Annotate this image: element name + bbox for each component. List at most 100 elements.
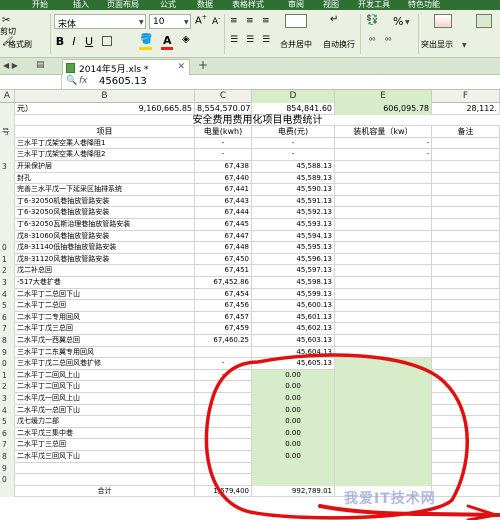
cell-fee[interactable]: 45,592.13 (252, 207, 335, 219)
cell-power[interactable] (195, 439, 252, 451)
cell-project[interactable]: 二水平戊一总回下山 (15, 404, 195, 417)
menu-tab-view[interactable]: 视图 (323, 0, 339, 10)
cell-fee[interactable]: 45,589.13 (252, 172, 335, 185)
cell-power[interactable] (195, 416, 252, 428)
cell-remark[interactable] (432, 346, 500, 359)
font-color-icon[interactable]: A (163, 34, 172, 47)
row-number[interactable]: 5 (0, 416, 15, 428)
cell-capacity[interactable] (335, 381, 432, 393)
align-right-icon[interactable]: ☰ (262, 35, 270, 45)
formula-input[interactable]: 45605.13 (99, 76, 147, 87)
cell-fee[interactable]: 45,602.13 (252, 323, 335, 335)
cell-fee[interactable]: 0.00 (252, 393, 335, 405)
close-icon[interactable]: ✕ (177, 62, 185, 72)
column-header-b[interactable]: B (15, 90, 195, 103)
cell-fee[interactable]: 45,596.13 (252, 253, 335, 266)
cell-capacity[interactable] (335, 172, 432, 185)
row-number[interactable]: 3 (0, 161, 15, 173)
cell-project[interactable]: 开采保护层 (15, 161, 195, 173)
row-number[interactable]: 0 (0, 358, 15, 370)
align-center-icon[interactable]: ☰ (246, 35, 254, 45)
row-number[interactable]: 9 (0, 462, 15, 475)
align-left-icon[interactable]: ☰ (230, 35, 238, 45)
column-header-d[interactable]: D (252, 90, 335, 103)
bold-button[interactable]: B (54, 35, 66, 48)
row-number[interactable]: 4 (0, 288, 15, 301)
cell-capacity[interactable] (335, 439, 432, 451)
cell-remark[interactable] (432, 230, 500, 243)
row-number[interactable]: 1 (0, 369, 15, 382)
cell-power[interactable]: 67,452.86 (195, 277, 252, 289)
cell-remark[interactable] (432, 172, 500, 185)
cell-capacity[interactable] (335, 161, 432, 173)
cell-project[interactable]: 二水平丁二回风上山 (15, 369, 195, 382)
cell-capacity[interactable] (335, 207, 432, 219)
row-number[interactable]: 0 (0, 474, 15, 486)
menu-tab-review[interactable]: 审阅 (288, 0, 304, 10)
summary-b[interactable]: 9,160,665.85 (15, 103, 195, 115)
cell-fee[interactable]: 45,594.13 (252, 230, 335, 243)
cell-capacity[interactable] (335, 346, 432, 359)
scissors-icon[interactable]: ✂ (2, 15, 10, 26)
cell-remark[interactable] (432, 195, 500, 208)
cell-project[interactable]: 戊8-31060风巷抽放管路安装 (15, 230, 195, 243)
cell-project[interactable]: 三水平丁戊架空乘人巷降阻1 (15, 137, 195, 150)
search-icon[interactable]: 🔍 (66, 76, 77, 86)
total-fee[interactable]: 992,789.01 (252, 485, 335, 498)
summary-f[interactable]: 28,112. (432, 103, 500, 115)
cell-fee[interactable]: - (252, 137, 335, 150)
row-number[interactable]: 7 (0, 323, 15, 335)
cell-fee[interactable]: 45,588.13 (252, 161, 335, 173)
row-number[interactable]: 8 (0, 451, 15, 463)
cell-fee[interactable]: 0.00 (252, 451, 335, 463)
row-number[interactable] (0, 184, 15, 196)
cell-remark[interactable] (432, 277, 500, 289)
nav-arrows-icon[interactable]: ◀ ▶ (3, 61, 18, 70)
cell-project[interactable]: 戊8-31120风巷抽放管路安装 (15, 253, 195, 266)
row-number[interactable] (0, 195, 15, 208)
cell-fee[interactable]: 0.00 (252, 404, 335, 417)
cell-power[interactable] (195, 404, 252, 417)
column-header-c[interactable]: C (195, 90, 252, 103)
cell-power[interactable] (195, 451, 252, 463)
format-painter-button[interactable]: 格式刷 (8, 39, 32, 50)
cell-project[interactable]: 三水平丁戊二总回风巷扩修 (15, 358, 195, 370)
cell-project[interactable]: 二水平戊三集中巷 (15, 427, 195, 440)
align-top-icon[interactable]: ≡ (230, 16, 238, 26)
cell-project[interactable] (15, 462, 195, 475)
row-number[interactable] (0, 172, 15, 185)
row-number[interactable]: 6 (0, 311, 15, 324)
currency-icon[interactable]: 💱 (366, 15, 378, 26)
menu-tab-table-style[interactable]: 表格样式 (232, 0, 264, 10)
cell-remark[interactable] (432, 161, 500, 173)
row-number[interactable] (0, 149, 15, 161)
cell-capacity[interactable] (335, 288, 432, 301)
row-number[interactable]: 4 (0, 404, 15, 417)
cell-project[interactable]: 二水平丁二总回下山 (15, 288, 195, 301)
cell-remark[interactable] (432, 381, 500, 393)
cell-project[interactable]: 丁6-32050风巷抽放管路安装 (15, 207, 195, 219)
header-project[interactable]: 项目 (15, 126, 195, 138)
spreadsheet-grid[interactable]: 元） 9,160,665.85 8,554,570.07 854,841.60 606,… (0, 103, 500, 520)
cell-project[interactable]: 二水平丁三总回 (15, 439, 195, 451)
italic-button[interactable]: I (68, 35, 80, 48)
align-middle-icon[interactable]: ≡ (246, 16, 254, 26)
cell-remark[interactable] (432, 358, 500, 370)
cell-remark[interactable] (432, 323, 500, 335)
cell-capacity[interactable] (335, 184, 432, 196)
cell-capacity[interactable] (335, 335, 432, 347)
underline-button[interactable]: U (83, 35, 95, 48)
cell-power[interactable]: 67,444 (195, 207, 252, 219)
cell-remark[interactable] (432, 253, 500, 266)
font-name-select[interactable]: 宋体 (54, 14, 146, 30)
cell-fee[interactable]: 45,597.13 (252, 265, 335, 277)
cell-power[interactable]: - (195, 358, 252, 370)
cell-project[interactable] (15, 474, 195, 486)
wrap-text-button[interactable]: 自动换行 (323, 39, 355, 50)
cell-remark[interactable] (432, 439, 500, 451)
cell-remark[interactable] (432, 300, 500, 312)
cell-capacity[interactable] (335, 311, 432, 324)
cell-fee[interactable]: 45,598.13 (252, 277, 335, 289)
cell-fee[interactable] (252, 474, 335, 486)
cell-capacity[interactable] (335, 265, 432, 277)
